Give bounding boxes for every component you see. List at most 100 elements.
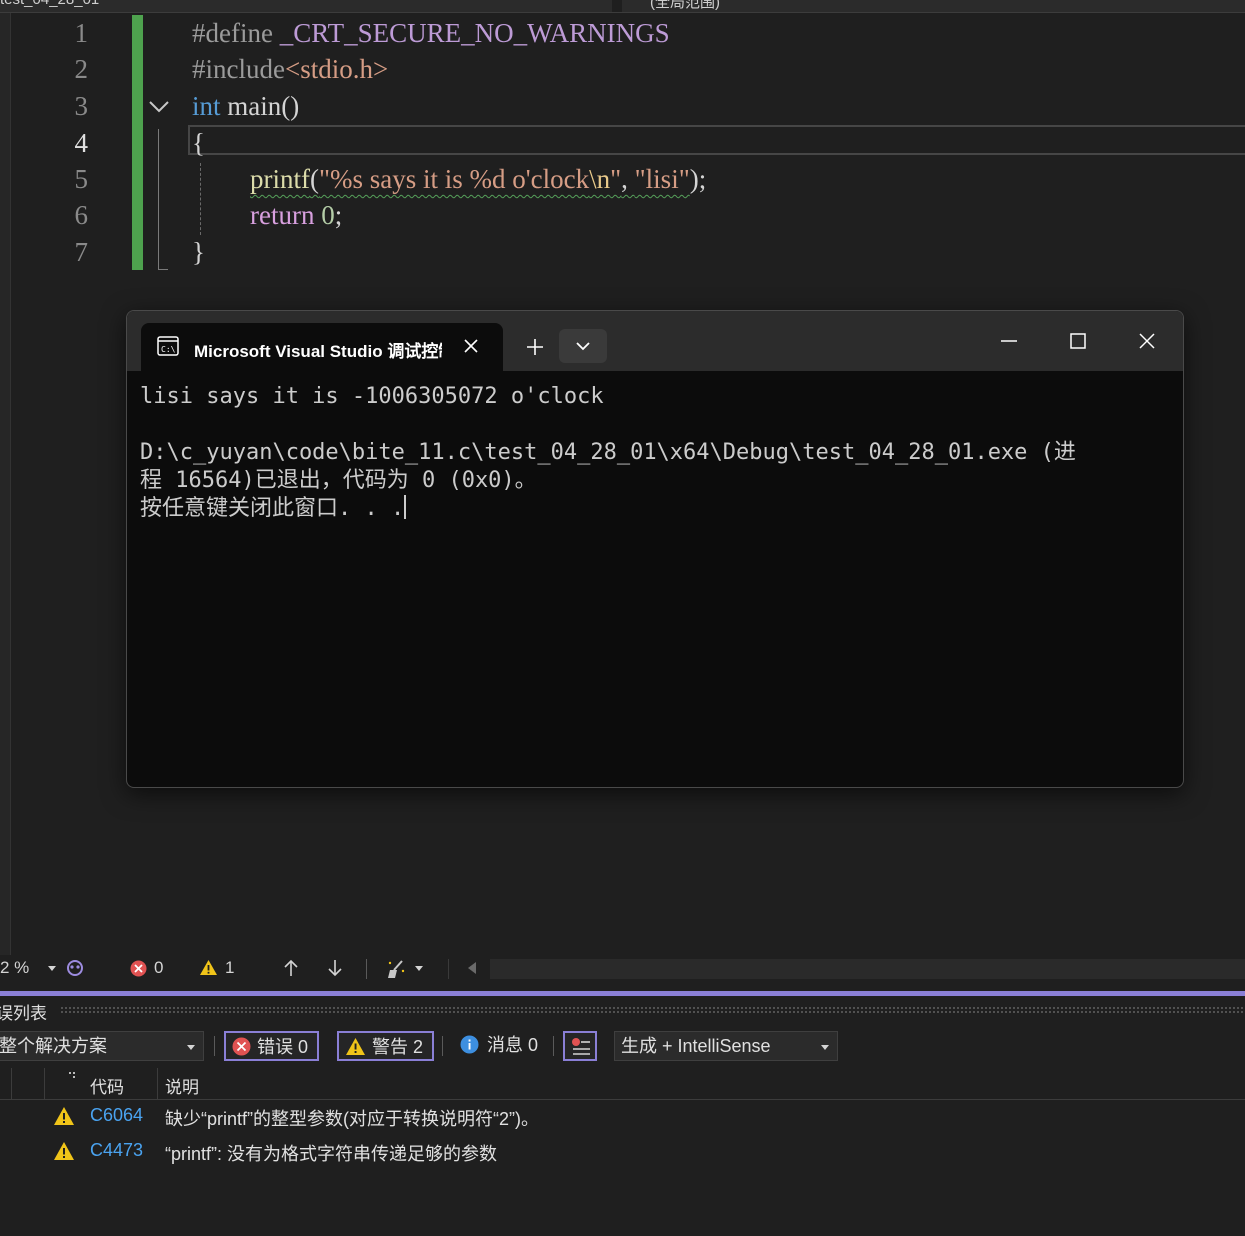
output-line: lisi says it is -1006305072 o'clock [140,384,604,409]
status-separator [448,959,449,979]
copilot-icon[interactable] [64,957,86,979]
zoom-level[interactable]: 2 % [0,958,29,978]
toolbar-separator [214,1036,215,1056]
code-line-7: } [192,234,205,270]
column-divider [44,1068,45,1099]
status-separator [366,959,367,979]
errors-filter-button[interactable]: 错误 0 [224,1031,320,1061]
table-row[interactable]: C4473 “printf”: 没有为格式字符串传递足够的参数 [0,1134,1245,1168]
brace: } [192,237,205,267]
statement-end: ); [689,164,707,194]
tab-dropdown-button[interactable] [559,329,607,363]
chevron-down-icon [187,1045,195,1050]
console-title-bar[interactable]: C:\ Microsoft Visual Studio 调试控制台 [127,311,1183,371]
line-number: 6 [74,200,89,230]
panel-title[interactable]: 误列表 [0,999,47,1024]
chevron-down-icon [576,342,590,351]
editor-left-margin [0,13,11,955]
output-line: 程 16564)已退出，代码为 0 (0x0)。 [140,468,537,493]
code-line-2: #include<stdio.h> [192,51,388,87]
warning-icon [54,1142,74,1160]
scope-combo[interactable]: 整个解决方案 [0,1031,204,1061]
column-divider [157,1068,158,1099]
maximize-icon[interactable] [1066,329,1090,353]
error-icon[interactable] [130,960,147,977]
warnings-filter-button[interactable]: 警告 2 [337,1031,435,1061]
arrow-down-icon[interactable] [326,958,344,978]
semicolon: ; [334,200,343,230]
fold-chevron-icon[interactable] [148,97,170,117]
keyword: int [192,91,221,121]
function-signature: main() [220,91,300,121]
messages-filter-button[interactable]: 消息 0 [456,1031,542,1061]
keyword-return: return [250,200,315,230]
warning-code-link[interactable]: C4473 [90,1140,143,1161]
indent-guide [200,163,201,235]
terminal-icon: C:\ [157,336,179,356]
format-string: "%s says it is %d o'clock [319,164,590,194]
close-tab-icon[interactable] [461,336,481,356]
file-tab[interactable]: test_04_28_01 [0,0,99,8]
error-count[interactable]: 0 [154,958,163,978]
error-list-toolbar: 整个解决方案 错误 0 警告 2 消息 0 生成 + IntelliSense [0,1028,1245,1068]
column-header-description[interactable]: 说明 [165,1073,199,1098]
warning-count[interactable]: 1 [225,958,234,978]
escape-sequence: \n [589,164,611,194]
macro-name: _CRT_SECURE_NO_WARNINGS [279,18,670,48]
zoom-dropdown-icon[interactable] [46,963,58,973]
errors-filter-label: 错误 0 [257,1037,309,1057]
console-tab[interactable]: C:\ Microsoft Visual Studio 调试控制台 [141,323,503,371]
paren: ( [310,164,319,194]
line-number: 7 [74,237,89,267]
arrow-up-icon[interactable] [282,958,300,978]
function-call: printf [250,164,310,194]
code-line-5: printf("%s says it is %d o'clock\n", "li… [250,161,706,197]
toolbar-separator [442,1036,443,1056]
editor-status-bar: 2 % 0 1 [0,955,1245,983]
line-number-current: 4 [74,128,89,158]
error-list-header: 误列表 [0,996,1245,1024]
code-line-3: int main() [192,88,299,124]
string-argument: "lisi" [634,164,690,194]
horizontal-scrollbar[interactable] [490,959,1245,979]
code-line-6: return 0; [250,197,342,233]
warning-code-link[interactable]: C6064 [90,1105,143,1126]
scope-combo-value: 整个解决方案 [0,1036,107,1056]
scope-dropdown[interactable]: (全局范围) [650,0,720,12]
panel-grip[interactable] [60,1006,1245,1014]
sort-grip-icon[interactable] [68,1071,78,1081]
line-number: 3 [74,91,89,121]
string-quote: " [610,164,622,194]
line-number: 5 [74,164,89,194]
minimize-icon[interactable] [997,329,1021,353]
debug-console-window[interactable]: C:\ Microsoft Visual Studio 调试控制台 [126,310,1184,788]
preprocessor-directive: #define [192,18,280,48]
svg-text:C:\: C:\ [161,345,176,354]
scroll-left-icon[interactable] [466,960,478,976]
prompt-text: 按任意键关闭此窗口. . . [140,496,405,521]
text-cursor [404,495,407,519]
code-cleanup-broom-icon[interactable] [386,958,408,980]
source-filter-value: 生成 + IntelliSense [621,1036,771,1056]
build-filter-toggle[interactable] [563,1031,597,1061]
warning-icon [346,1038,365,1055]
source-filter-combo[interactable]: 生成 + IntelliSense [614,1031,838,1061]
column-header-code[interactable]: 代码 [90,1073,124,1098]
warnings-filter-label: 警告 2 [372,1037,424,1057]
document-tab-strip: test_04_28_01 (全局范围) [0,0,1245,13]
console-output[interactable]: lisi says it is -1006305072 o'clock D:\c_… [140,383,1076,523]
info-icon [460,1035,479,1054]
new-tab-plus-icon[interactable] [519,331,551,363]
close-window-icon[interactable] [1135,329,1159,353]
output-line: D:\c_yuyan\code\bite_11.c\test_04_28_01\… [140,440,1076,465]
error-icon [232,1037,251,1056]
code-line-1: #define _CRT_SECURE_NO_WARNINGS [192,15,670,51]
warning-description: “printf”: 没有为格式字符串传递足够的参数 [165,1144,498,1164]
table-row[interactable]: C6064 缺少“printf”的整型参数(对应于转换说明符“2”)。 [0,1099,1245,1133]
brace: { [192,128,205,158]
scope-guide [158,129,168,270]
cleanup-dropdown-icon[interactable] [413,963,425,973]
output-line-prompt: 按任意键关闭此窗口. . . [140,495,1076,523]
warning-icon[interactable] [199,959,218,976]
